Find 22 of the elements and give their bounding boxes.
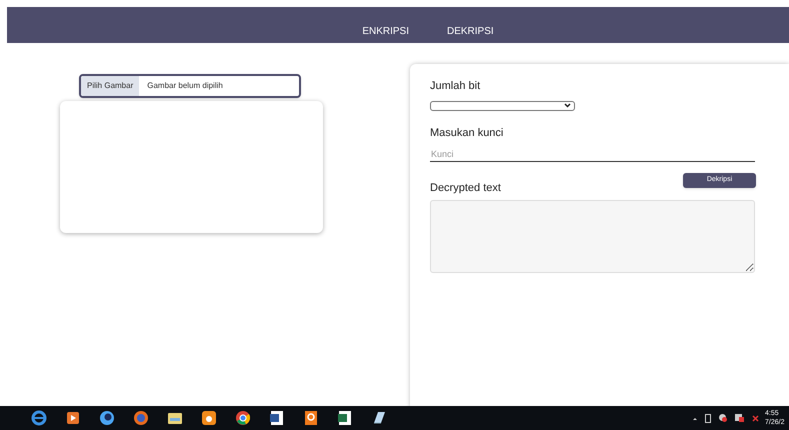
field-label: Masukan kunci [430,126,504,140]
spreadsheet-icon[interactable] [336,409,354,427]
play-icon[interactable] [64,409,82,427]
field-label: Decrypted text [430,181,501,196]
nav-link[interactable]: DEKRIPSI [447,24,494,39]
field-label: Jumlah bit [430,79,482,94]
file-picker[interactable]: Pilih Gambar Gambar belum dipilih [79,74,301,98]
file-status: Gambar belum dipilih [146,80,224,92]
chevron-down-icon [564,103,571,108]
orb-icon[interactable] [98,409,116,427]
network-icon[interactable] [752,414,759,422]
show-hidden-icon[interactable] [693,416,697,420]
bits-select[interactable] [430,100,575,110]
document-icon[interactable] [268,409,286,427]
nav-link[interactable]: ENKRIPSI [362,24,409,39]
flag-icon[interactable] [735,414,744,422]
chrome-icon[interactable] [234,409,252,427]
choose-file-button[interactable]: Pilih Gambar [81,76,140,96]
firefox-icon[interactable] [132,409,150,427]
speaker-icon[interactable] [719,414,727,422]
key-input[interactable]: Kunci [430,147,755,162]
pdf-icon[interactable] [302,409,320,427]
